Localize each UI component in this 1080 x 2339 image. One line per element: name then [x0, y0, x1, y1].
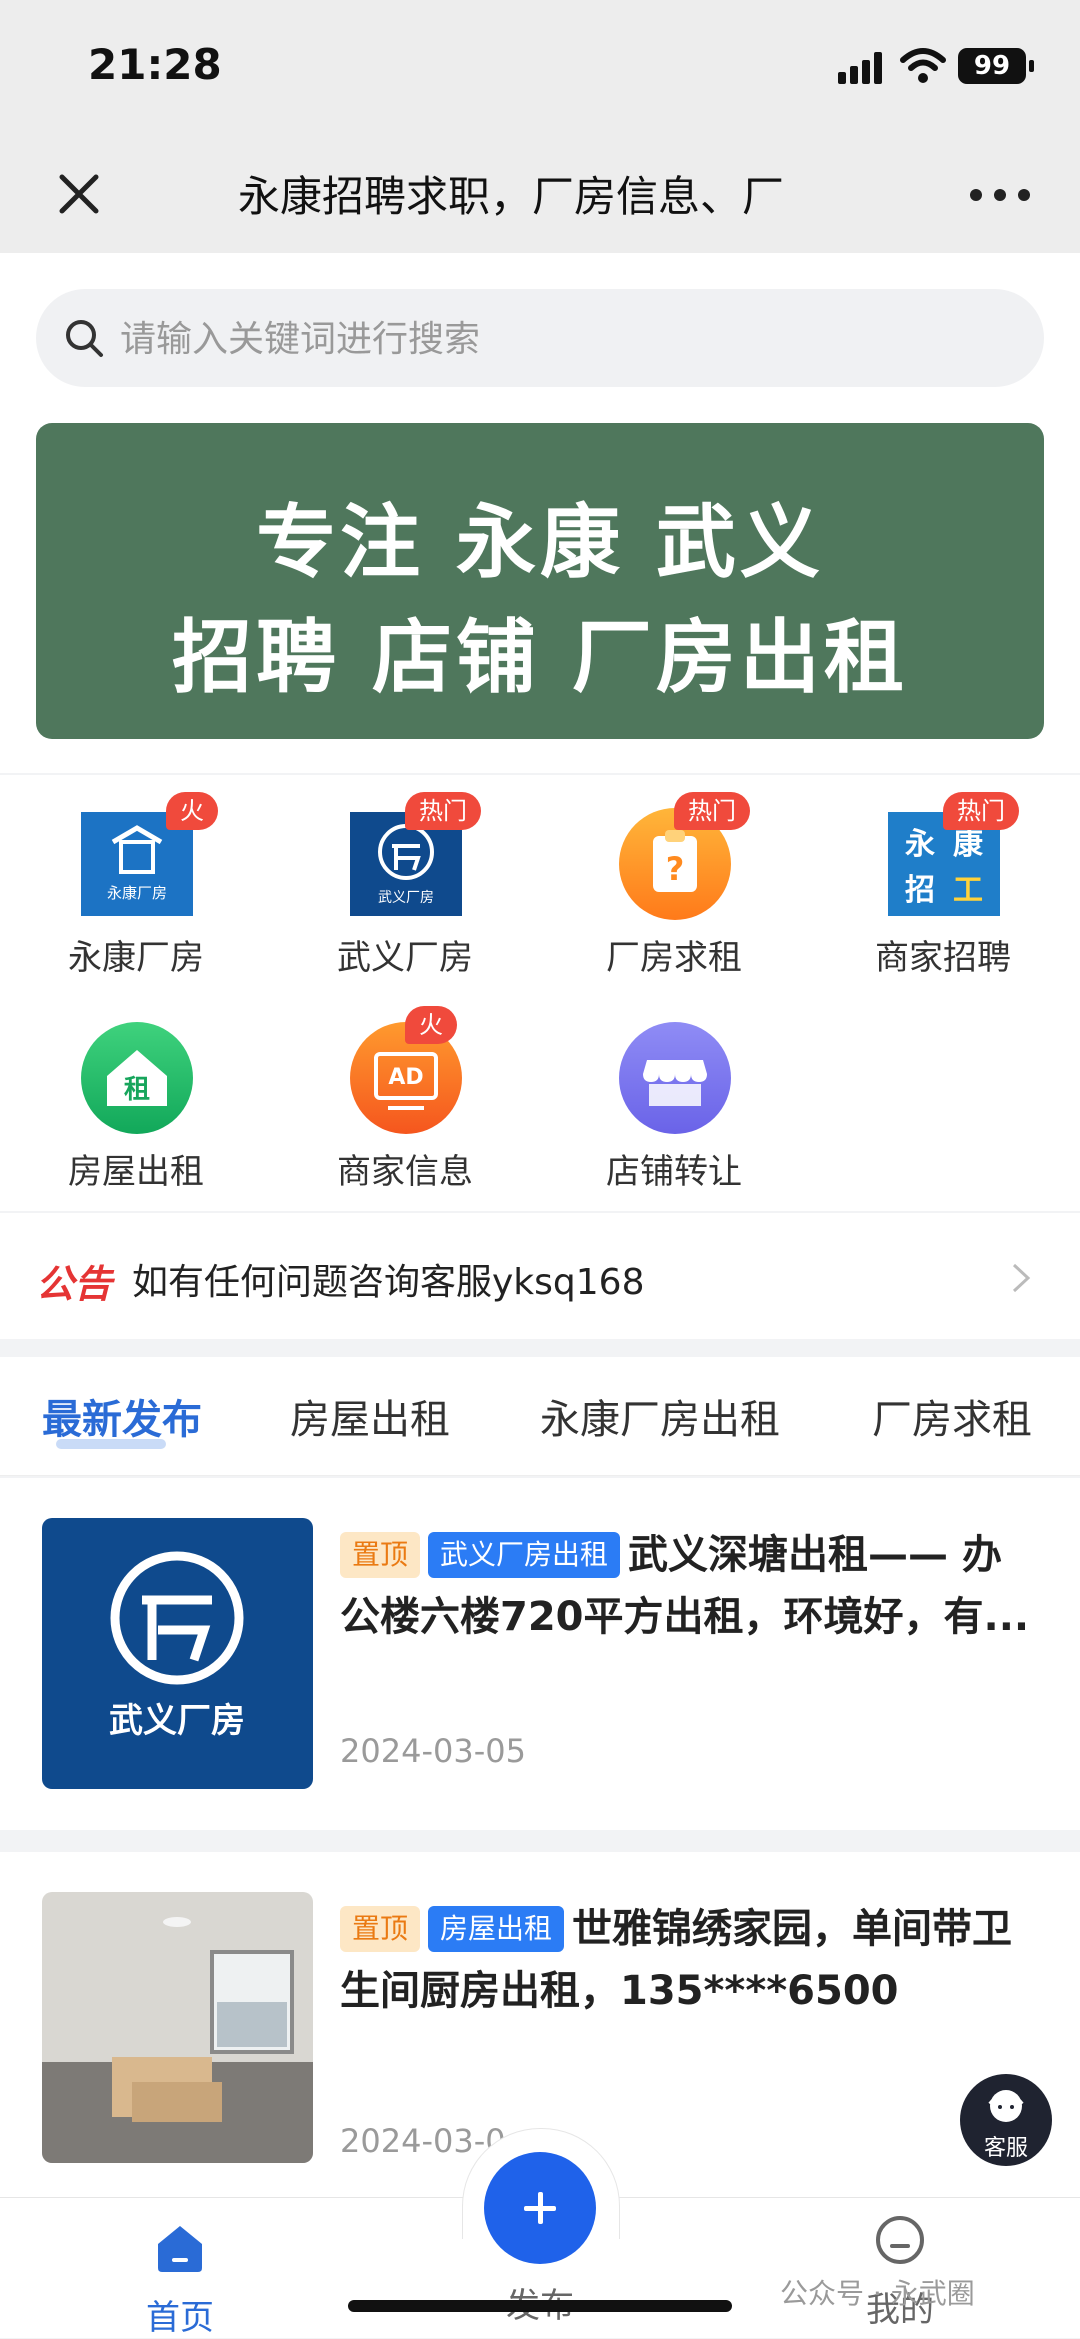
status-time: 21:28	[88, 40, 222, 89]
category-badge: 房屋出租	[428, 1906, 565, 1952]
tab-house-rent[interactable]: 房屋出租	[290, 1387, 450, 1445]
category-house-rent[interactable]: 租 房屋出租	[36, 1020, 236, 1200]
category-merchant-info[interactable]: AD 火 商家信息	[305, 1006, 505, 1200]
post-thumbnail-text: 武义厂房	[109, 1701, 245, 1741]
status-bar: 21:28 99	[0, 0, 1080, 135]
home-indicator	[348, 2300, 732, 2312]
category-shop-transfer[interactable]: 店铺转让	[574, 1020, 774, 1200]
hot-badge: 热门	[674, 792, 750, 830]
category-label: 房屋出租	[68, 1152, 204, 1192]
home-icon	[158, 2226, 202, 2272]
content-tabs: 最新发布 房屋出租 永康厂房出租 厂房求租	[0, 1357, 1080, 1476]
page-title: 永康招聘求职，厂房信息、厂	[238, 172, 785, 221]
close-icon[interactable]	[52, 167, 106, 221]
hot-badge: 热门	[405, 792, 481, 830]
tabbar-home-label: 首页	[146, 2298, 214, 2338]
watermark: 公众号 · 永武圈	[780, 2277, 975, 2310]
category-merchant-recruit[interactable]: 永 康 招 工 热门 商家招聘	[843, 792, 1043, 986]
category-label: 厂房求租	[606, 938, 742, 978]
tab-factory-seek[interactable]: 厂房求租	[872, 1387, 1032, 1445]
customer-service-button[interactable]: 客服	[960, 2074, 1052, 2166]
tab-yongkang-factory-rent[interactable]: 永康厂房出租	[540, 1387, 780, 1445]
category-badge: 武义厂房出租	[428, 1532, 621, 1578]
house-rent-icon: 租	[81, 1022, 193, 1134]
notice-badge: 公告	[36, 1262, 113, 1306]
wifi-icon	[900, 48, 946, 83]
post-date: 2024-03-05	[340, 1732, 526, 1770]
pinned-badge: 置顶	[340, 1906, 421, 1952]
post-thumbnail	[42, 1892, 313, 2163]
wuyi-factory-icon-text: 武义厂房	[378, 890, 434, 906]
post-title: 置顶 房屋出租 世雅锦绣家园，单间带卫生间厨房出租，135****6500	[340, 1898, 1040, 2022]
tabbar-home[interactable]: 首页	[80, 2198, 280, 2338]
more-icon[interactable]	[970, 189, 1030, 201]
search-icon	[66, 320, 103, 357]
promo-banner[interactable]: 专注 永康 武义 招聘 店铺 厂房出租	[36, 423, 1044, 739]
search-bar[interactable]	[36, 289, 1044, 387]
category-label: 永康厂房	[68, 938, 204, 978]
category-label: 商家招聘	[875, 938, 1011, 978]
hot-badge: 热门	[943, 792, 1019, 830]
notice-text: 如有任何问题咨询客服yksq168	[132, 1262, 645, 1303]
category-yongkang-factory[interactable]: 永康厂房 火 永康厂房	[36, 792, 236, 986]
category-wuyi-factory[interactable]: 武义厂房 热门 武义厂房	[305, 792, 505, 986]
ad-icon-text: AD	[388, 1065, 423, 1090]
tab-latest[interactable]: 最新发布	[42, 1387, 202, 1445]
pinned-badge: 置顶	[340, 1532, 421, 1578]
recruit-icon-char: 康	[953, 827, 984, 862]
post-title: 置顶 武义厂房出租 武义深塘出租—— 办公楼六楼720平方出租，环境好，有...	[340, 1524, 1040, 1648]
storefront-icon	[619, 1022, 731, 1134]
cellular-signal-icon	[838, 52, 888, 84]
recruit-icon-char: 永	[905, 827, 935, 862]
nav-bar: 永康招聘求职，厂房信息、厂	[0, 135, 1080, 253]
house-rent-icon-text: 租	[124, 1075, 150, 1105]
recruit-icon-char: 招	[905, 873, 935, 908]
agent-icon	[988, 2090, 1024, 2122]
category-label: 商家信息	[337, 1152, 473, 1192]
chevron-right-icon	[1012, 1263, 1031, 1293]
banner-line-1: 专注 永康 武义	[256, 496, 824, 589]
publish-plus-button[interactable]	[484, 2152, 596, 2264]
category-label: 店铺转让	[606, 1152, 742, 1192]
profile-icon	[876, 2216, 924, 2264]
svg-text:?: ?	[666, 850, 685, 888]
post-thumbnail: 武义厂房	[42, 1518, 313, 1789]
recruit-icon-char: 工	[953, 873, 983, 908]
search-input[interactable]	[118, 309, 1002, 369]
list-item[interactable]: 武义厂房 置顶 武义厂房出租 武义深塘出租—— 办公楼六楼720平方出租，环境好，有…	[0, 1478, 1080, 1830]
yongkang-factory-icon-text: 永康厂房	[107, 884, 167, 902]
hot-badge: 火	[166, 792, 218, 830]
battery-indicator: 99	[958, 48, 1034, 84]
hot-badge: 火	[405, 1006, 457, 1044]
category-factory-seek[interactable]: ? 热门 厂房求租	[574, 792, 774, 986]
customer-service-label: 客服	[983, 2136, 1028, 2161]
tabbar-mine[interactable]: 我的	[800, 2198, 1000, 2338]
banner-line-2: 招聘 店铺 厂房出租	[172, 611, 908, 704]
category-label: 武义厂房	[337, 938, 473, 978]
notice-bar[interactable]: 公告 如有任何问题咨询客服yksq168	[0, 1213, 1080, 1339]
